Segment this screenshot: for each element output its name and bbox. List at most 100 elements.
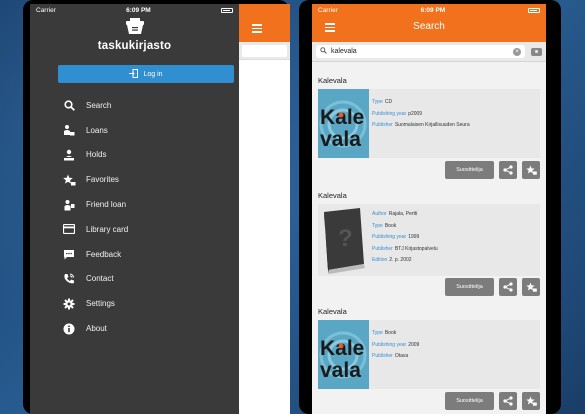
share-icon <box>503 282 513 292</box>
menu-item-label: Loans <box>86 125 108 135</box>
login-label: Log in <box>143 70 163 78</box>
result-title: Kalevala <box>318 307 347 316</box>
peek-search-bar <box>239 42 290 60</box>
favorite-button[interactable] <box>522 161 540 179</box>
library-card-icon <box>62 222 76 236</box>
menu-item-favorites[interactable]: Favorites <box>30 167 239 192</box>
cover-image: Kale vala <box>318 320 369 389</box>
field-value: p2009 <box>408 110 423 117</box>
feedback-icon <box>62 247 76 261</box>
field-label: Type <box>372 330 383 336</box>
favorite-button[interactable] <box>522 392 540 410</box>
drawer-menu: Search Loans Holds Favorites Friend loan… <box>30 93 239 341</box>
field-label: Publisher <box>372 245 393 252</box>
share-button[interactable] <box>499 278 517 296</box>
app-logo-icon <box>125 18 145 36</box>
result-card: ? Author Rajala, Pertti Type Book Publishi… <box>318 204 540 276</box>
contact-icon <box>62 272 76 286</box>
menu-item-feedback[interactable]: Feedback <box>30 242 239 267</box>
favorite-add-icon <box>525 396 537 406</box>
result-actions: Suosittelija <box>445 161 540 179</box>
share-button[interactable] <box>499 161 517 179</box>
field-label: Author <box>372 211 387 217</box>
menu-item-label: Holds <box>86 150 107 160</box>
result-item[interactable]: Kalevala Kale vala Type CD Publishing yea… <box>312 76 546 179</box>
result-card: Kale vala Type CD Publishing year p2009 Pu… <box>318 89 540 158</box>
search-query: kalevala <box>331 48 357 55</box>
field-label: Type <box>372 222 383 229</box>
cover-image: ? <box>318 204 369 276</box>
menu-item-library-card[interactable]: Library card <box>30 217 239 242</box>
field-value: Rajala, Pertti <box>388 211 418 217</box>
result-item[interactable]: Kalevala ? Author Rajala, Pertti Type Book… <box>312 191 546 296</box>
favorites-icon <box>62 173 76 187</box>
field-label: Edition <box>372 257 388 264</box>
field-value: 2. p. 2002 <box>389 257 412 264</box>
cover-text-top: Kale <box>320 106 364 129</box>
menu-item-label: About <box>86 324 107 334</box>
page-title: Search <box>413 21 445 32</box>
recommend-button[interactable]: Suosittelija <box>445 278 494 296</box>
menu-item-label: Feedback <box>86 249 122 259</box>
clear-icon[interactable]: × <box>513 47 521 56</box>
menu-item-label: Settings <box>86 299 115 309</box>
menu-item-label: Library card <box>86 224 129 234</box>
menu-item-loans[interactable]: Loans <box>30 118 239 143</box>
search-input[interactable]: kalevala × <box>316 45 525 58</box>
status-bar: Carrier 6:09 PM <box>312 4 546 16</box>
result-meta: Type Book Publishing year 2009 Publisher Ot… <box>372 328 419 363</box>
field-label: Publishing year <box>372 341 407 348</box>
result-title: Kalevala <box>318 191 347 200</box>
holds-icon <box>62 148 76 162</box>
field-label: Publisher <box>372 353 393 360</box>
favorite-button[interactable] <box>522 278 540 296</box>
menu-icon[interactable] <box>252 22 262 35</box>
cover-image: Kale vala <box>318 89 369 158</box>
status-time: 6:09 PM <box>420 6 446 14</box>
navigation-drawer: Carrier 6:09 PM taskukirjasto Log in Sea… <box>30 4 239 414</box>
field-label: Publishing year <box>372 110 407 117</box>
field-label: Type <box>372 99 383 105</box>
login-button[interactable]: Log in <box>58 65 234 83</box>
cover-question-mark: ? <box>338 225 353 252</box>
share-button[interactable] <box>499 392 517 410</box>
menu-item-contact[interactable]: Contact <box>30 267 239 292</box>
camera-icon[interactable] <box>531 47 542 56</box>
about-icon <box>62 322 76 336</box>
search-icon <box>62 98 76 112</box>
result-meta: Type CD Publishing year p2009 Publisher Suo… <box>372 97 470 132</box>
status-bar: Carrier 6:09 PM <box>30 4 239 16</box>
field-value: Book <box>384 222 397 229</box>
recommend-button[interactable]: Suosittelija <box>445 161 494 179</box>
favorite-add-icon <box>525 165 537 175</box>
recommend-button[interactable]: Suosittelija <box>445 392 494 410</box>
field-value: Book <box>384 330 397 336</box>
header: Carrier 6:09 PM Search <box>312 4 546 42</box>
field-value: 1999 <box>408 234 420 241</box>
result-item[interactable]: Kalevala Kale vala Type Book Publishing y… <box>312 307 546 410</box>
status-time: 6:09 PM <box>126 6 151 14</box>
menu-item-settings[interactable]: Settings <box>30 291 239 316</box>
menu-item-friend-loan[interactable]: Friend loan <box>30 192 239 217</box>
result-actions: Suosittelija <box>445 392 540 410</box>
share-icon <box>503 165 513 175</box>
field-label: Publisher <box>372 122 393 129</box>
search-bar: kalevala × <box>312 42 546 62</box>
search-screen: Carrier 6:09 PM Search kalevala × Kaleva… <box>312 4 546 414</box>
carrier-label: Carrier <box>318 6 338 14</box>
menu-item-holds[interactable]: Holds <box>30 143 239 168</box>
menu-item-about[interactable]: About <box>30 316 239 341</box>
loans-icon <box>62 123 76 137</box>
battery-icon <box>220 7 233 13</box>
menu-item-search[interactable]: Search <box>30 93 239 118</box>
carrier-label: Carrier <box>36 6 56 14</box>
field-value: BTJ Kirjastopalvelu <box>394 245 438 252</box>
main-content-peek[interactable] <box>239 4 290 414</box>
friend-loan-icon <box>62 198 76 212</box>
menu-item-label: Favorites <box>86 175 119 185</box>
menu-item-label: Search <box>86 100 112 110</box>
field-value: Suomalaisen Kirjallisuuden Seura <box>394 122 470 129</box>
settings-icon <box>62 297 76 311</box>
result-meta: Author Rajala, Pertti Type Book Publishing… <box>372 209 438 267</box>
cover-text-bottom: vala <box>320 359 361 382</box>
